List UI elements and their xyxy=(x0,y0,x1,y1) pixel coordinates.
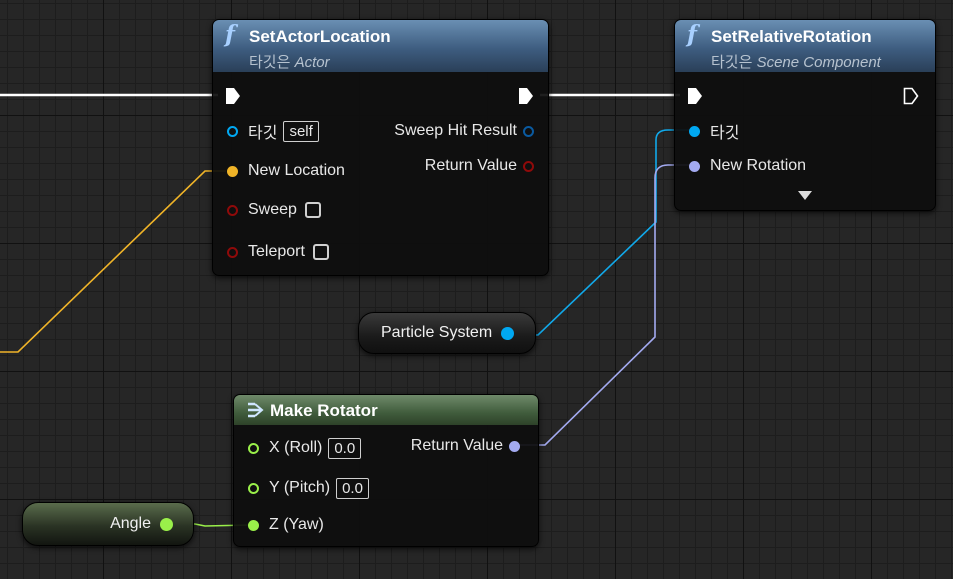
float-pin-icon xyxy=(248,519,259,531)
chevron-down-icon[interactable] xyxy=(797,190,813,201)
object-pin-icon xyxy=(689,125,700,137)
vector-pin-icon xyxy=(227,165,238,177)
target-default-field[interactable]: self xyxy=(283,120,319,142)
angle-variable-node[interactable]: Angle xyxy=(22,502,194,546)
exec-pin-icon xyxy=(226,88,240,104)
bool-pin-icon xyxy=(227,204,238,216)
node-title: Make Rotator xyxy=(270,401,378,420)
node-header: f SetActorLocation 타깃은 Actor xyxy=(213,20,548,72)
float-pin-icon[interactable] xyxy=(160,517,173,531)
float-pin-icon xyxy=(248,442,259,454)
return-value-pin[interactable]: Return Value xyxy=(411,435,520,457)
target-pin[interactable]: 타깃 self xyxy=(227,120,319,142)
teleport-checkbox[interactable] xyxy=(312,244,329,260)
sweep-checkbox[interactable] xyxy=(304,202,321,218)
teleport-pin[interactable]: Teleport xyxy=(227,241,329,263)
rotator-pin-icon xyxy=(689,160,700,172)
set-relative-rotation-node[interactable]: f SetRelativeRotation 타깃은 Scene Componen… xyxy=(674,19,936,211)
exec-pin-icon xyxy=(519,88,533,104)
object-pin-icon[interactable] xyxy=(501,326,515,340)
make-rotator-node[interactable]: Make Rotator X (Roll) 0.0 Y (Pitch) 0.0 … xyxy=(233,394,539,547)
exec-pin-icon xyxy=(688,88,702,104)
exec-out-pin[interactable] xyxy=(903,85,919,107)
sweep-hit-result-pin[interactable]: Sweep Hit Result xyxy=(394,120,534,142)
x-roll-pin[interactable]: X (Roll) 0.0 xyxy=(248,437,362,459)
float-pin-icon xyxy=(248,482,259,494)
new-rotation-pin[interactable]: New Rotation xyxy=(689,155,806,177)
node-subtitle: 타깃은 Scene Component xyxy=(711,54,881,71)
function-icon: f xyxy=(687,21,697,48)
rotator-pin-icon xyxy=(509,440,520,452)
node-header: f SetRelativeRotation 타깃은 Scene Componen… xyxy=(675,20,935,72)
variable-label: Particle System xyxy=(381,324,493,341)
function-icon: f xyxy=(225,21,235,48)
location-wire xyxy=(0,170,226,353)
target-pin[interactable]: 타깃 xyxy=(689,120,739,142)
return-value-pin[interactable]: Return Value xyxy=(425,155,534,177)
struct-pin-icon xyxy=(523,125,534,137)
object-pin-icon xyxy=(227,125,238,137)
node-title: SetRelativeRotation xyxy=(711,27,872,46)
bool-pin-icon xyxy=(227,246,238,258)
x-value-field[interactable]: 0.0 xyxy=(328,437,362,459)
make-struct-icon xyxy=(248,402,264,418)
sweep-pin[interactable]: Sweep xyxy=(227,199,321,221)
y-pitch-pin[interactable]: Y (Pitch) 0.0 xyxy=(248,477,369,499)
new-location-pin[interactable]: New Location xyxy=(227,160,345,182)
exec-pin-icon xyxy=(903,87,919,105)
y-value-field[interactable]: 0.0 xyxy=(336,477,369,499)
node-header: Make Rotator xyxy=(234,395,538,425)
exec-in-pin[interactable] xyxy=(687,85,703,107)
set-actor-location-node[interactable]: f SetActorLocation 타깃은 Actor 타깃 self New… xyxy=(212,19,549,276)
exec-out-pin[interactable] xyxy=(518,85,534,107)
node-title: SetActorLocation xyxy=(249,27,391,46)
z-yaw-pin[interactable]: Z (Yaw) xyxy=(248,514,324,536)
exec-in-pin[interactable] xyxy=(225,85,241,107)
variable-label: Angle xyxy=(110,515,151,532)
node-subtitle: 타깃은 Actor xyxy=(249,54,330,71)
particle-system-variable-node[interactable]: Particle System xyxy=(358,312,536,354)
bool-pin-icon xyxy=(523,160,534,172)
